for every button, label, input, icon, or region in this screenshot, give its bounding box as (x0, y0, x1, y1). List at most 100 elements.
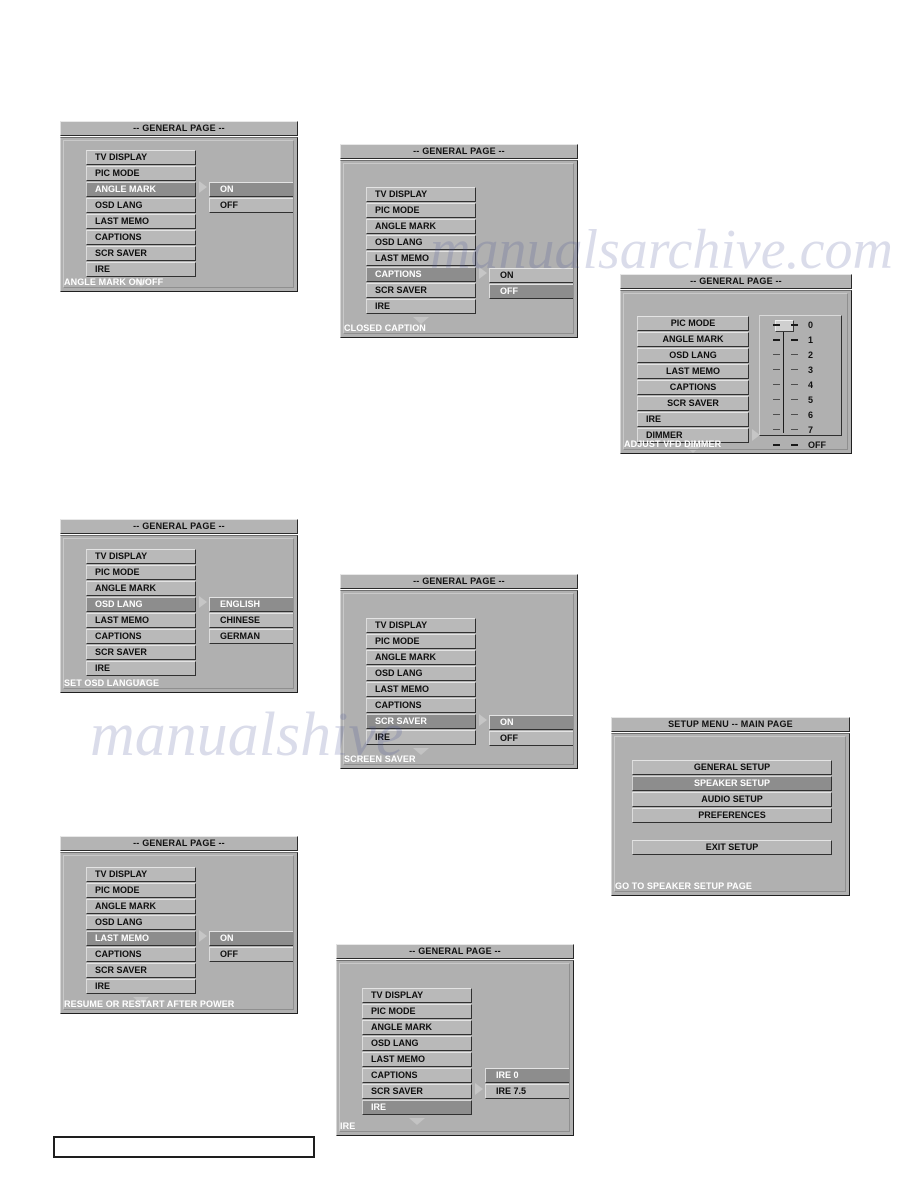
menu-item-angle-mark[interactable]: ANGLE MARK (637, 332, 749, 347)
submenu-list: ON OFF (489, 268, 574, 300)
menu-item-pic-mode[interactable]: PIC MODE (366, 634, 476, 649)
dimmer-level-row[interactable]: 5 (760, 392, 841, 407)
dimmer-level-row[interactable]: 3 (760, 362, 841, 377)
menu-item-osd-lang[interactable]: OSD LANG (637, 348, 749, 363)
menu-item-scr-saver[interactable]: SCR SAVER (637, 396, 749, 411)
menu-item-scr-saver[interactable]: SCR SAVER (366, 283, 476, 298)
menu-item-audio-setup[interactable]: AUDIO SETUP (632, 792, 832, 807)
menu-item-captions[interactable]: CAPTIONS (86, 947, 196, 962)
menu-item-scr-saver[interactable]: SCR SAVER (86, 246, 196, 261)
menu-item-osd-lang[interactable]: OSD LANG (86, 198, 196, 213)
menu-item-captions[interactable]: CAPTIONS (362, 1068, 472, 1083)
menu-item-tv-display[interactable]: TV DISPLAY (366, 618, 476, 633)
menu-item-tv-display[interactable]: TV DISPLAY (86, 150, 196, 165)
submenu-item-ire-0[interactable]: IRE 0 (485, 1068, 570, 1083)
panel-body: TV DISPLAY PIC MODE ANGLE MARK OSD LANG … (340, 590, 578, 769)
submenu-list: ON OFF (209, 931, 294, 963)
menu-list: GENERAL SETUP SPEAKER SETUP AUDIO SETUP … (632, 760, 832, 856)
dimmer-level-row[interactable]: 7 (760, 422, 841, 437)
menu-item-angle-mark[interactable]: ANGLE MARK (362, 1020, 472, 1035)
menu-item-angle-mark[interactable]: ANGLE MARK (86, 899, 196, 914)
menu-item-scr-saver[interactable]: SCR SAVER (366, 714, 476, 729)
submenu-item-english[interactable]: ENGLISH (209, 597, 294, 612)
dimmer-level-row[interactable]: 1 (760, 332, 841, 347)
menu-item-osd-lang[interactable]: OSD LANG (366, 666, 476, 681)
status-bar: RESUME OR RESTART AFTER POWER (64, 999, 235, 1009)
submenu-pointer-icon (479, 714, 487, 726)
menu-item-pic-mode[interactable]: PIC MODE (637, 316, 749, 331)
menu-item-captions[interactable]: CAPTIONS (366, 267, 476, 282)
menu-item-pic-mode[interactable]: PIC MODE (362, 1004, 472, 1019)
menu-item-general-setup[interactable]: GENERAL SETUP (632, 760, 832, 775)
menu-list: PIC MODE ANGLE MARK OSD LANG LAST MEMO C… (637, 316, 749, 453)
menu-item-captions[interactable]: CAPTIONS (86, 230, 196, 245)
menu-item-ire[interactable]: IRE (86, 661, 196, 676)
submenu-item-off[interactable]: OFF (209, 947, 294, 962)
submenu-item-off[interactable]: OFF (489, 731, 574, 746)
tick-right-icon (791, 414, 798, 415)
menu-item-pic-mode[interactable]: PIC MODE (366, 203, 476, 218)
menu-item-speaker-setup[interactable]: SPEAKER SETUP (632, 776, 832, 791)
status-bar: ADJUST VFD DIMMER (624, 439, 722, 449)
menu-item-pic-mode[interactable]: PIC MODE (86, 166, 196, 181)
menu-item-preferences[interactable]: PREFERENCES (632, 808, 832, 823)
dimmer-level-row[interactable]: 6 (760, 407, 841, 422)
submenu-item-on[interactable]: ON (209, 931, 294, 946)
menu-item-tv-display[interactable]: TV DISPLAY (362, 988, 472, 1003)
menu-item-exit-setup[interactable]: EXIT SETUP (632, 840, 832, 855)
submenu-item-off[interactable]: OFF (209, 198, 294, 213)
menu-item-captions[interactable]: CAPTIONS (86, 629, 196, 644)
menu-item-ire[interactable]: IRE (86, 262, 196, 277)
submenu-item-on[interactable]: ON (209, 182, 294, 197)
osd-panel-setup-main: SETUP MENU -- MAIN PAGE GENERAL SETUP SP… (611, 717, 850, 896)
submenu-item-on[interactable]: ON (489, 268, 574, 283)
menu-item-ire[interactable]: IRE (366, 299, 476, 314)
menu-item-osd-lang[interactable]: OSD LANG (366, 235, 476, 250)
menu-item-pic-mode[interactable]: PIC MODE (86, 883, 196, 898)
dimmer-level-label: 3 (808, 364, 814, 375)
menu-item-tv-display[interactable]: TV DISPLAY (86, 549, 196, 564)
dimmer-level-row[interactable]: OFF (760, 437, 841, 452)
menu-item-angle-mark[interactable]: ANGLE MARK (86, 182, 196, 197)
dimmer-level-row[interactable]: 0 (760, 317, 841, 332)
menu-item-last-memo[interactable]: LAST MEMO (637, 364, 749, 379)
menu-item-last-memo[interactable]: LAST MEMO (86, 214, 196, 229)
dimmer-level-row[interactable]: 4 (760, 377, 841, 392)
osd-panel-osd-language: -- GENERAL PAGE -- TV DISPLAY PIC MODE A… (60, 519, 298, 693)
dimmer-level-row[interactable]: 2 (760, 347, 841, 362)
menu-item-scr-saver[interactable]: SCR SAVER (86, 963, 196, 978)
menu-item-ire[interactable]: IRE (366, 730, 476, 745)
menu-item-captions[interactable]: CAPTIONS (366, 698, 476, 713)
dimmer-slider[interactable]: 0 1 2 3 4 5 6 7 OFF (759, 315, 842, 450)
menu-item-scr-saver[interactable]: SCR SAVER (86, 645, 196, 660)
menu-item-captions[interactable]: CAPTIONS (637, 380, 749, 395)
panel-body: TV DISPLAY PIC MODE ANGLE MARK OSD LANG … (60, 535, 298, 693)
menu-item-angle-mark[interactable]: ANGLE MARK (86, 581, 196, 596)
menu-item-last-memo[interactable]: LAST MEMO (362, 1052, 472, 1067)
menu-item-ire[interactable]: IRE (86, 979, 196, 994)
menu-item-osd-lang[interactable]: OSD LANG (362, 1036, 472, 1051)
menu-item-angle-mark[interactable]: ANGLE MARK (366, 219, 476, 234)
submenu-item-german[interactable]: GERMAN (209, 629, 294, 644)
submenu-item-ire-75[interactable]: IRE 7.5 (485, 1084, 570, 1099)
panel-title: -- GENERAL PAGE -- (620, 274, 852, 289)
submenu-item-chinese[interactable]: CHINESE (209, 613, 294, 628)
menu-item-last-memo[interactable]: LAST MEMO (86, 613, 196, 628)
dimmer-level-label: 1 (808, 334, 814, 345)
menu-item-ire[interactable]: IRE (362, 1100, 472, 1115)
menu-item-pic-mode[interactable]: PIC MODE (86, 565, 196, 580)
menu-item-osd-lang[interactable]: OSD LANG (86, 597, 196, 612)
osd-panel-angle-mark: -- GENERAL PAGE -- TV DISPLAY PIC MODE A… (60, 121, 298, 292)
menu-item-tv-display[interactable]: TV DISPLAY (86, 867, 196, 882)
menu-item-last-memo[interactable]: LAST MEMO (86, 931, 196, 946)
menu-item-last-memo[interactable]: LAST MEMO (366, 251, 476, 266)
menu-item-osd-lang[interactable]: OSD LANG (86, 915, 196, 930)
menu-item-scr-saver[interactable]: SCR SAVER (362, 1084, 472, 1099)
tick-left-icon (773, 384, 780, 385)
menu-item-ire[interactable]: IRE (637, 412, 749, 427)
submenu-item-on[interactable]: ON (489, 715, 574, 730)
menu-item-last-memo[interactable]: LAST MEMO (366, 682, 476, 697)
menu-item-tv-display[interactable]: TV DISPLAY (366, 187, 476, 202)
submenu-item-off[interactable]: OFF (489, 284, 574, 299)
menu-item-angle-mark[interactable]: ANGLE MARK (366, 650, 476, 665)
